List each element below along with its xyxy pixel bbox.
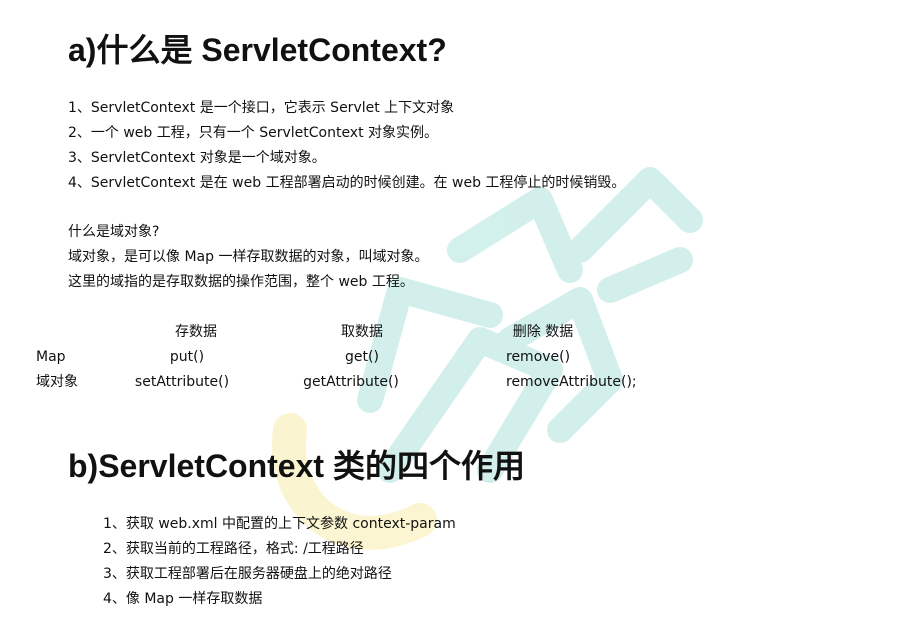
table-cell: remove()	[506, 349, 571, 365]
section-a-title: a)什么是 ServletContext?	[68, 32, 447, 68]
section-a-list: 1、ServletContext 是一个接口，它表示 Servlet 上下文对象…	[68, 96, 625, 196]
list-item: 3、获取工程部署后在服务器硬盘上的绝对路径	[103, 566, 392, 582]
list-item: 2、一个 web 工程，只有一个 ServletContext 对象实例。	[68, 125, 439, 141]
table-cell: put()	[169, 349, 205, 365]
list-item: 3、ServletContext 对象是一个域对象。	[68, 150, 326, 166]
list-item: 2、获取当前的工程路径，格式: /工程路径	[103, 541, 364, 557]
comparison-table: 存数据 取数据 删除 数据 Map put() get() remove() 域…	[0, 320, 901, 395]
domain-object-explanation: 什么是域对象? 域对象，是可以像 Map 一样存取数据的对象，叫域对象。 这里的…	[68, 220, 428, 295]
domain-object-question: 什么是域对象?	[68, 224, 160, 240]
section-b-title: b)ServletContext 类的四个作用	[68, 448, 525, 484]
table-cell: removeAttribute();	[506, 374, 637, 390]
domain-object-line: 域对象，是可以像 Map 一样存取数据的对象，叫域对象。	[68, 249, 429, 265]
table-header-get: 取数据	[341, 324, 383, 340]
table-cell: getAttribute()	[303, 374, 399, 390]
list-item: 1、ServletContext 是一个接口，它表示 Servlet 上下文对象	[68, 100, 455, 116]
list-item: 1、获取 web.xml 中配置的上下文参数 context-param	[103, 516, 456, 532]
table-header-delete: 删除 数据	[512, 324, 574, 340]
domain-object-line: 这里的域指的是存取数据的操作范围，整个 web 工程。	[68, 274, 414, 290]
document-page: a)什么是 ServletContext? 1、ServletContext 是…	[0, 0, 901, 641]
table-cell: get()	[345, 349, 379, 365]
table-row-label-map: Map	[36, 349, 66, 365]
list-item: 4、ServletContext 是在 web 工程部署启动的时候创建。在 we…	[68, 175, 626, 191]
table-header-store: 存数据	[175, 324, 217, 340]
table-row-label-domain: 域对象	[36, 374, 78, 390]
list-item: 4、像 Map 一样存取数据	[103, 591, 263, 607]
section-b-list: 1、获取 web.xml 中配置的上下文参数 context-param 2、获…	[103, 512, 456, 612]
table-cell: setAttribute()	[134, 374, 230, 390]
